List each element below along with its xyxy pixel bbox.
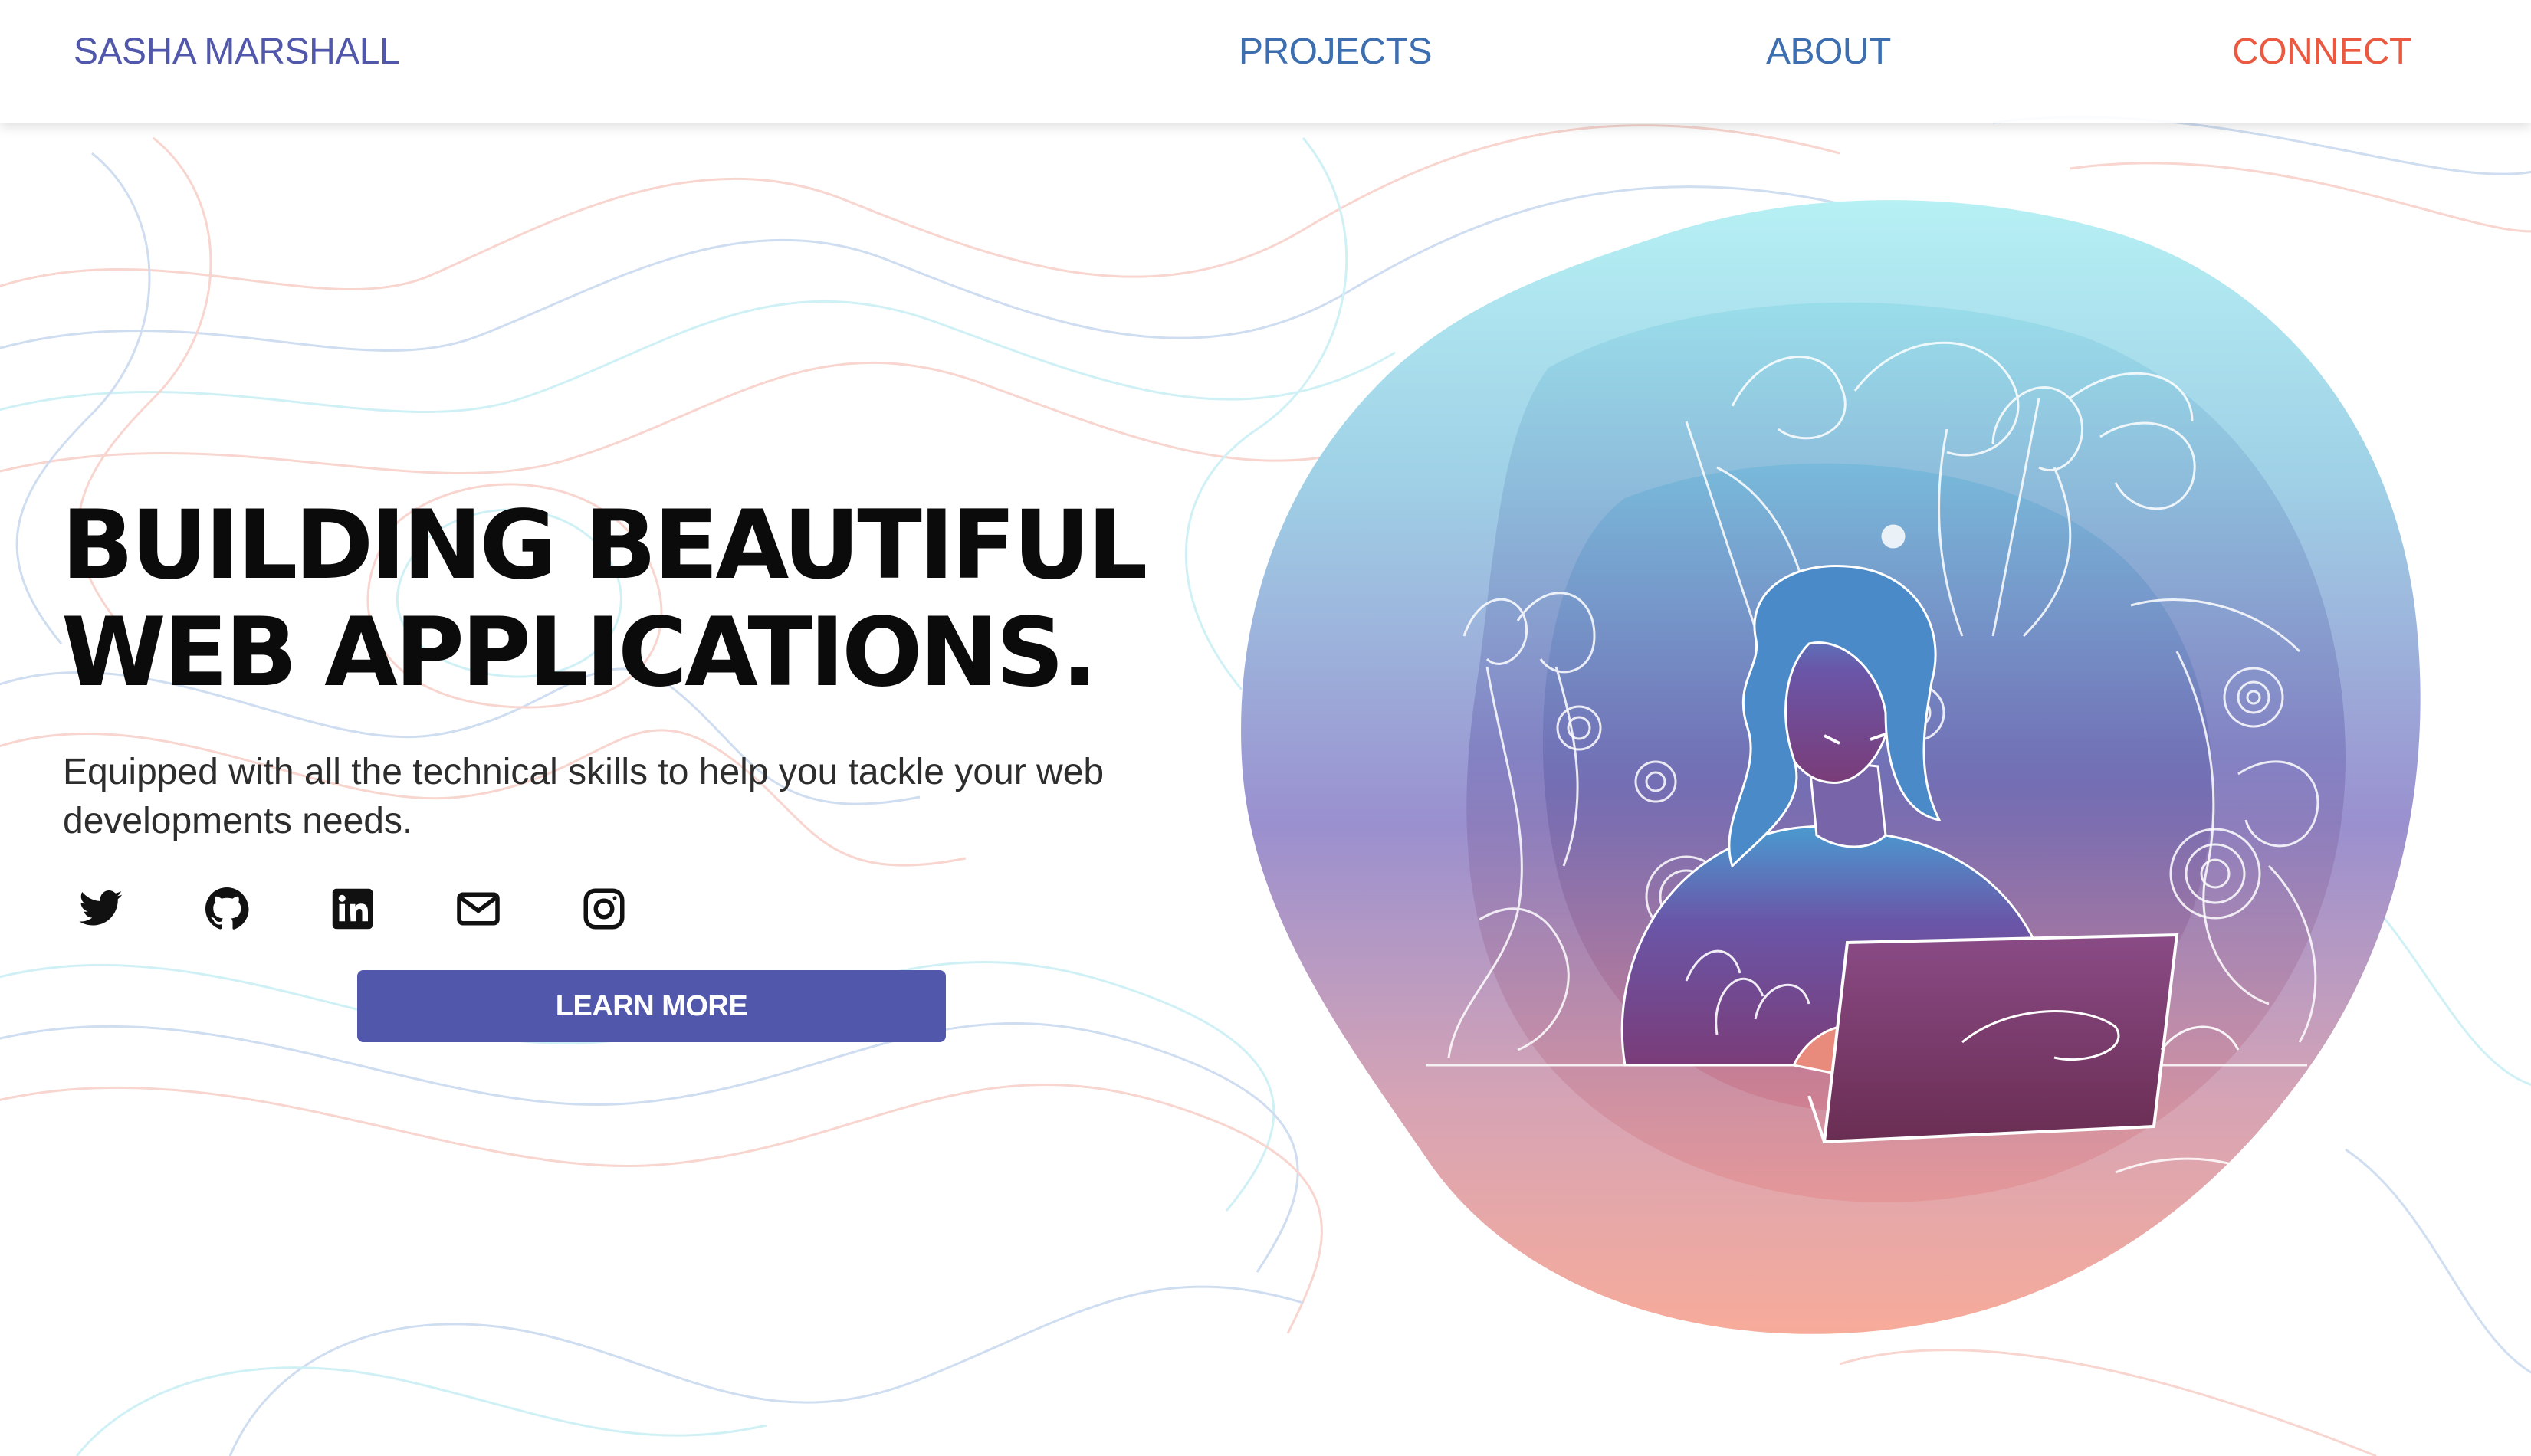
- nav-link-about[interactable]: ABOUT: [1766, 31, 1891, 73]
- mail-link[interactable]: [451, 881, 506, 936]
- linkedin-link[interactable]: [325, 881, 380, 936]
- twitter-link[interactable]: [74, 881, 129, 936]
- nav-link-connect[interactable]: CONNECT: [2232, 31, 2411, 73]
- hero-illustration: [1241, 200, 2421, 1334]
- hero-title: BUILDING BEAUTIFUL WEB APPLICATIONS.: [61, 490, 1147, 708]
- hero-title-line-2: WEB APPLICATIONS.: [61, 598, 1098, 708]
- brand-link[interactable]: SASHA MARSHALL: [74, 31, 400, 73]
- hero-title-line-1: BUILDING BEAUTIFUL: [61, 490, 1147, 601]
- instagram-icon: [583, 888, 625, 930]
- twitter-icon: [79, 890, 123, 926]
- instagram-link[interactable]: [576, 881, 632, 936]
- github-link[interactable]: [199, 881, 254, 936]
- hero-subtitle: Equipped with all the technical skills t…: [63, 752, 1105, 841]
- laptop: [1807, 933, 2179, 1144]
- mail-icon: [457, 892, 500, 926]
- github-icon: [205, 887, 249, 930]
- navbar: SASHA MARSHALL PROJECTS ABOUT CONNECT: [0, 0, 2531, 123]
- nav-link-projects[interactable]: PROJECTS: [1239, 31, 1433, 73]
- linkedin-icon: [332, 888, 373, 930]
- learn-more-button[interactable]: LEARN MORE: [357, 970, 946, 1042]
- page: SASHA MARSHALL PROJECTS ABOUT CONNECT BU…: [0, 0, 2531, 1456]
